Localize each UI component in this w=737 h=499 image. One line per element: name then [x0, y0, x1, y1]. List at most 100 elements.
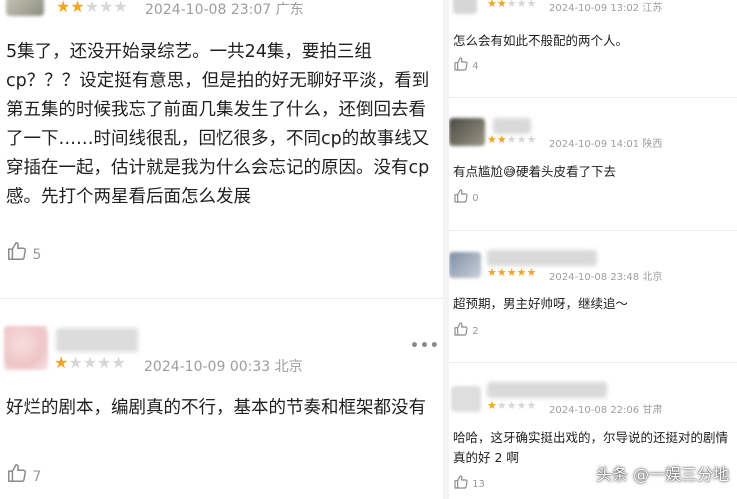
thumbs-up-icon: [8, 242, 26, 260]
star-icon: ★: [526, 399, 537, 412]
comment-location: 北京: [642, 272, 663, 283]
like-count: 7: [32, 469, 42, 485]
comment-location: 北京: [274, 359, 303, 375]
star-icon: ★: [496, 266, 507, 279]
comment-item: ★★★★★ 2024-10-09 13:02 江苏 怎么会有如此不般配的两个人。…: [449, 0, 737, 92]
comment-meta: 2024-10-08 22:06 甘肃: [549, 401, 662, 416]
comment-location: 陕西: [642, 139, 663, 150]
star-icon: ★: [487, 0, 497, 10]
star-icon: ★: [82, 353, 98, 372]
rating-stars: ★★★★★: [487, 133, 536, 146]
comment-text: 超预期，男主好帅呀，继续追～: [453, 296, 629, 311]
star-icon: ★: [111, 353, 126, 372]
user-name[interactable]: [493, 118, 531, 134]
comment-date: 2024-10-08: [549, 405, 608, 416]
like-button[interactable]: 13: [453, 474, 485, 490]
star-icon: ★: [496, 0, 507, 10]
like-button[interactable]: 7: [6, 462, 41, 485]
rating-stars: ★★★★★: [54, 353, 126, 372]
like-button[interactable]: 0: [453, 188, 479, 204]
user-avatar[interactable]: [6, 0, 44, 16]
user-name[interactable]: [56, 328, 138, 352]
star-icon: ★: [496, 399, 507, 412]
comment-divider: [449, 362, 737, 363]
user-avatar[interactable]: [4, 326, 48, 370]
star-icon: ★: [487, 399, 497, 412]
rating-stars: ★★★★★: [487, 0, 536, 10]
user-avatar[interactable]: [449, 118, 485, 146]
user-avatar[interactable]: [451, 386, 481, 412]
comment-time: 14:01: [610, 139, 640, 150]
user-avatar[interactable]: [453, 0, 477, 14]
star-icon: ★: [99, 0, 114, 16]
comment-date: 2024-10-08: [549, 272, 608, 283]
comment-location: 甘肃: [642, 405, 663, 416]
like-button[interactable]: 2: [453, 321, 479, 337]
star-icon: ★: [506, 0, 517, 10]
comment-time: 23:48: [610, 272, 640, 283]
star-icon: ★: [97, 353, 112, 372]
comment-text: 5集了，还没开始录综艺。一共24集，要拍三组cp？？？设定挺有意思，但是拍的好无…: [6, 42, 430, 207]
star-icon: ★: [68, 353, 83, 372]
star-icon: ★: [70, 0, 85, 16]
comment-item: ★★★★★ 2024-10-08 23:48 北京 超预期，男主好帅呀，继续追～…: [449, 232, 737, 360]
thumbs-up-icon: [454, 475, 468, 489]
star-icon: ★: [56, 0, 71, 16]
comment-time: 13:02: [610, 3, 640, 14]
comment-meta: 2024-10-08 23:07 广东: [145, 0, 304, 19]
star-icon: ★: [506, 133, 517, 146]
comment-item: ★★★★★ 2024-10-09 14:01 陕西 有点尴尬😅硬着头皮看了下去 …: [449, 98, 737, 226]
comment-time: 22:06: [610, 405, 640, 416]
thumbs-up-icon: [8, 464, 26, 482]
comment-item: ★★★★★ 2024-10-08 23:07 广东 5集了，还没开始录综艺。一共…: [0, 0, 443, 300]
star-icon: ★: [496, 133, 507, 146]
thumbs-up-icon: [454, 189, 468, 203]
comment-location: 广东: [275, 2, 304, 18]
comment-meta: 2024-10-09 14:01 陕西: [549, 135, 662, 150]
comment-divider: [0, 298, 443, 299]
star-icon: ★: [113, 0, 128, 16]
comment-meta: 2024-10-09 13:02 江苏: [549, 0, 662, 14]
rating-stars: ★★★★★: [487, 399, 536, 412]
star-icon: ★: [84, 0, 100, 16]
star-icon: ★: [516, 399, 527, 412]
comment-meta: 2024-10-08 23:48 北京: [549, 268, 662, 283]
star-icon: ★: [54, 353, 69, 372]
right-comment-panel: ★★★★★ 2024-10-09 13:02 江苏 怎么会有如此不般配的两个人。…: [449, 0, 737, 499]
comment-text: 怎么会有如此不般配的两个人。: [453, 33, 629, 48]
user-name[interactable]: [487, 250, 597, 266]
like-count: 0: [472, 193, 479, 204]
star-icon: ★: [516, 266, 527, 279]
more-dots-icon[interactable]: •••: [410, 338, 440, 354]
user-avatar[interactable]: [449, 252, 481, 278]
comment-location: 江苏: [642, 3, 663, 14]
comment-date: 2024-10-08: [145, 2, 227, 18]
star-icon: ★: [506, 399, 517, 412]
like-count: 4: [472, 61, 479, 72]
comment-date: 2024-10-09: [144, 359, 226, 375]
star-icon: ★: [487, 133, 497, 146]
like-count: 5: [32, 247, 42, 263]
watermark: 头条 @一娱三分地: [595, 465, 729, 484]
star-icon: ★: [526, 0, 537, 10]
comment-divider: [449, 230, 737, 231]
user-name[interactable]: [487, 382, 607, 398]
comment-item: ★★★★★ 2024-10-09 00:33 北京 ••• 好烂的剧本，编剧真的…: [0, 300, 443, 499]
like-button[interactable]: 5: [6, 240, 41, 263]
comment-date: 2024-10-09: [549, 139, 608, 150]
rating-stars: ★★★★★: [487, 266, 536, 279]
star-icon: ★: [526, 133, 537, 146]
comment-date: 2024-10-09: [549, 3, 608, 14]
rating-stars: ★★★★★: [56, 0, 128, 16]
star-icon: ★: [526, 266, 537, 279]
thumbs-up-icon: [454, 322, 468, 336]
comment-time: 23:07: [230, 2, 272, 18]
star-icon: ★: [516, 0, 527, 10]
comment-time: 00:33: [229, 359, 271, 375]
like-button[interactable]: 4: [453, 56, 479, 72]
comment-text: 有点尴尬😅硬着头皮看了下去: [453, 164, 617, 179]
like-count: 2: [472, 326, 479, 337]
star-icon: ★: [506, 266, 517, 279]
star-icon: ★: [516, 133, 527, 146]
thumbs-up-icon: [454, 57, 468, 71]
